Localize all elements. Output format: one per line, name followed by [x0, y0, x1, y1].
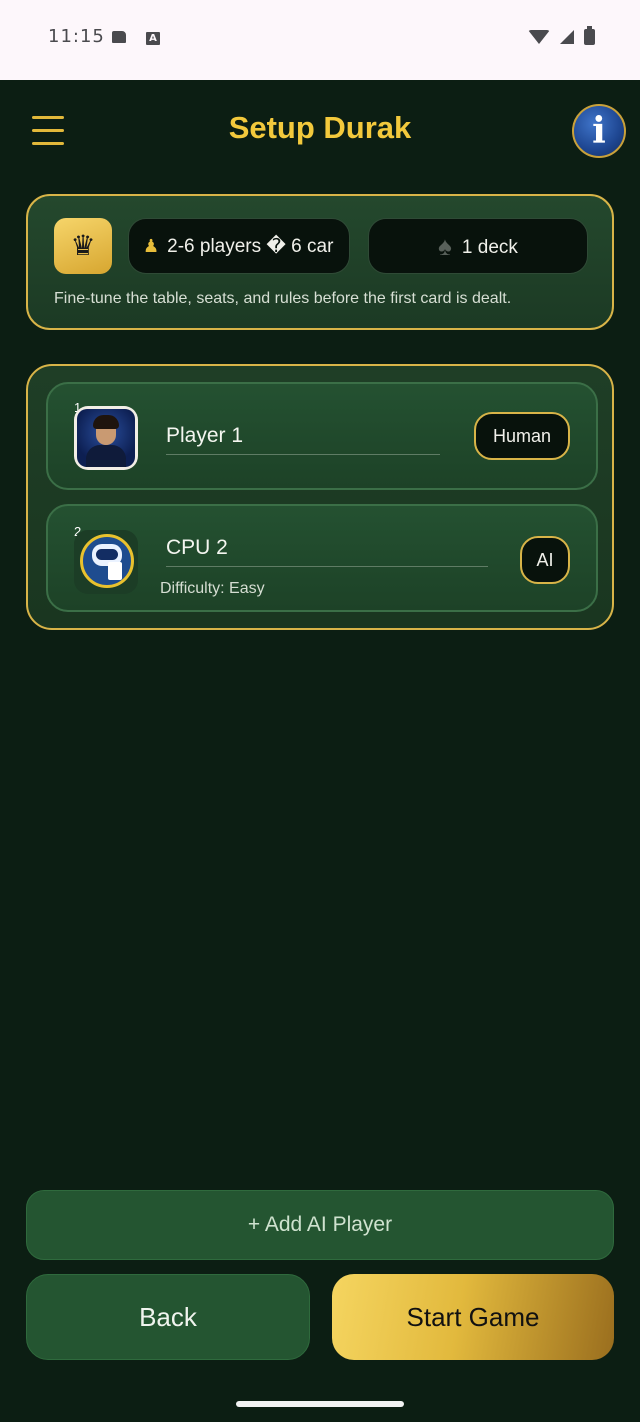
start-game-button[interactable]: Start Game: [332, 1274, 614, 1360]
sd-card-icon: [112, 31, 126, 43]
game-info-card: ♛ ♟ 2-6 players � 6 car ♠ 1 deck Fine-tune…: [26, 194, 614, 330]
player-type-toggle[interactable]: AI: [520, 536, 570, 584]
spade-icon: ♠: [438, 231, 452, 261]
setup-description: Fine-tune the table, seats, and rules be…: [54, 290, 512, 307]
deck-count-chip: ♠ 1 deck: [368, 218, 588, 274]
status-bar: 11:15 A: [0, 0, 640, 80]
deck-count-label: 1 deck: [461, 237, 518, 258]
player-name-input[interactable]: Player 1: [166, 424, 243, 448]
back-button[interactable]: Back: [26, 1274, 310, 1360]
player-card[interactable]: 1 Player 1 Human: [46, 382, 598, 490]
page-title: Setup Durak: [228, 110, 412, 145]
info-icon[interactable]: i: [572, 104, 626, 158]
accessibility-a-icon: A: [146, 32, 160, 45]
status-time: 11:15: [48, 26, 105, 47]
players-panel: 1 Player 1 Human 2 CPU 2 AI Difficulty: …: [26, 364, 614, 630]
player-name-input[interactable]: CPU 2: [166, 536, 228, 560]
signal-icon: [560, 30, 574, 44]
players-count-label: 2-6 players � 6 car: [167, 236, 334, 257]
human-avatar[interactable]: [74, 406, 138, 470]
player-type-toggle[interactable]: Human: [474, 412, 570, 460]
name-underline: [166, 454, 440, 455]
battery-icon: [584, 26, 595, 45]
crown-icon: ♛: [54, 218, 112, 274]
wifi-icon: [528, 30, 550, 44]
add-ai-player-button[interactable]: + Add AI Player: [26, 1190, 614, 1260]
pawn-icon: ♟: [143, 236, 160, 256]
players-count-chip: ♟ 2-6 players � 6 car: [128, 218, 350, 274]
home-indicator[interactable]: [236, 1401, 404, 1407]
difficulty-label[interactable]: Difficulty: Easy: [160, 580, 265, 598]
robot-avatar[interactable]: [74, 530, 138, 594]
name-underline: [166, 566, 488, 567]
player-card[interactable]: 2 CPU 2 AI Difficulty: Easy: [46, 504, 598, 612]
